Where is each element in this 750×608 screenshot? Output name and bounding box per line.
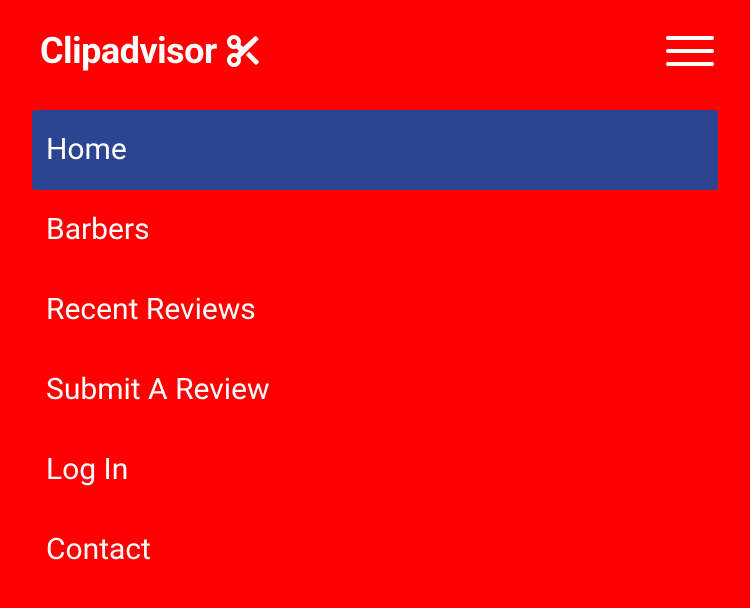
nav-item-contact[interactable]: Contact bbox=[32, 510, 718, 590]
scissors-icon bbox=[227, 35, 259, 67]
hamburger-line bbox=[666, 62, 714, 66]
hamburger-line bbox=[666, 49, 714, 53]
header: Clipadvisor bbox=[0, 0, 750, 92]
nav-item-login[interactable]: Log In bbox=[32, 430, 718, 510]
nav-item-home[interactable]: Home bbox=[32, 110, 718, 190]
brand-logo[interactable]: Clipadvisor bbox=[40, 30, 259, 72]
hamburger-line bbox=[666, 36, 714, 40]
nav-item-submit-review[interactable]: Submit A Review bbox=[32, 350, 718, 430]
brand-text: Clipadvisor bbox=[40, 30, 217, 72]
menu-toggle-button[interactable] bbox=[666, 32, 714, 70]
nav-item-barbers[interactable]: Barbers bbox=[32, 190, 718, 270]
nav-menu: Home Barbers Recent Reviews Submit A Rev… bbox=[0, 92, 750, 590]
nav-item-recent-reviews[interactable]: Recent Reviews bbox=[32, 270, 718, 350]
